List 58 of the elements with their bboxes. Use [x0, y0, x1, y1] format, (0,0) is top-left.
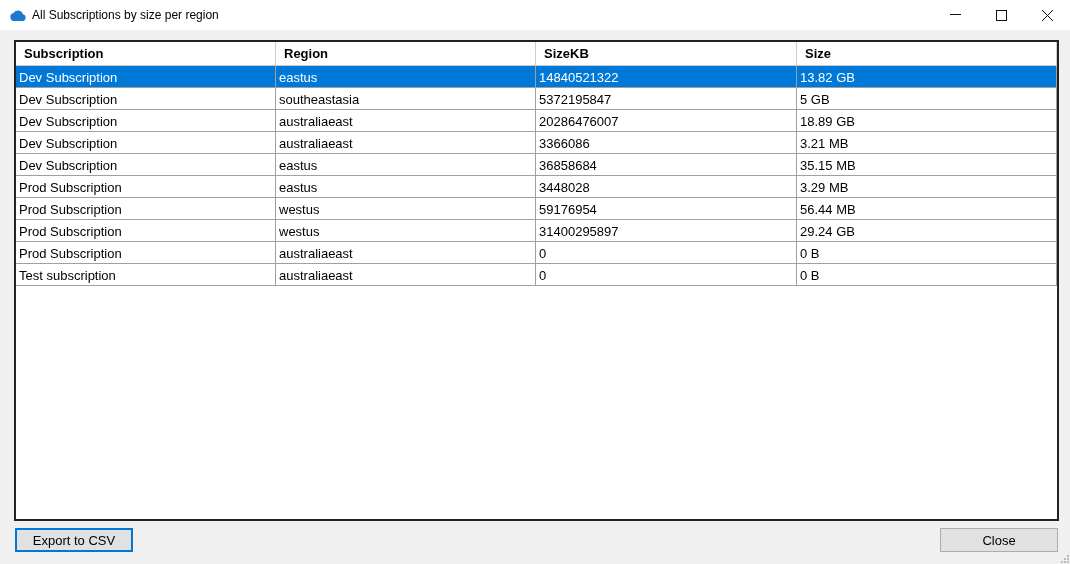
table-cell: australiaeast: [276, 264, 536, 286]
table-cell: 3448028: [536, 176, 797, 198]
table-cell: 13.82 GB: [797, 66, 1057, 88]
table-cell: 14840521322: [536, 66, 797, 88]
table-row[interactable]: Dev Subscription eastus 14840521322 13.82 GB: [16, 66, 1057, 88]
table-row[interactable]: Dev Subscription southeastasia 5372195847 5 GB: [16, 88, 1057, 110]
resize-grip-icon[interactable]: [1061, 555, 1069, 563]
table-cell: eastus: [276, 154, 536, 176]
table-cell: 3.29 MB: [797, 176, 1057, 198]
table-cell: Dev Subscription: [16, 154, 276, 176]
table-cell: 31400295897: [536, 220, 797, 242]
table-cell: 20286476007: [536, 110, 797, 132]
table-cell: 3.21 MB: [797, 132, 1057, 154]
table-cell: Prod Subscription: [16, 220, 276, 242]
table-cell: Test subscription: [16, 264, 276, 286]
table-cell: 0: [536, 264, 797, 286]
table-row[interactable]: Dev Subscription eastus 36858684 35.15 MB: [16, 154, 1057, 176]
table-cell: Prod Subscription: [16, 176, 276, 198]
cloud-icon: [10, 9, 26, 21]
table-cell: 29.24 GB: [797, 220, 1057, 242]
table-cell: westus: [276, 220, 536, 242]
table-row[interactable]: Prod Subscription westus 31400295897 29.24 GB: [16, 220, 1057, 242]
table-row[interactable]: Prod Subscription eastus 3448028 3.29 MB: [16, 176, 1057, 198]
table-cell: Dev Subscription: [16, 66, 276, 88]
table-cell: 0 B: [797, 264, 1057, 286]
table-row[interactable]: Prod Subscription australiaeast 0 0 B: [16, 242, 1057, 264]
table-cell: Dev Subscription: [16, 110, 276, 132]
export-button[interactable]: Export to CSV: [15, 528, 133, 552]
table-cell: 59176954: [536, 198, 797, 220]
table-cell: 0: [536, 242, 797, 264]
table-cell: westus: [276, 198, 536, 220]
table-cell: 35.15 MB: [797, 154, 1057, 176]
table-cell: australiaeast: [276, 242, 536, 264]
table-cell: Prod Subscription: [16, 242, 276, 264]
table-cell: 56.44 MB: [797, 198, 1057, 220]
window-title: All Subscriptions by size per region: [32, 8, 219, 22]
table-row[interactable]: Prod Subscription westus 59176954 56.44 MB: [16, 198, 1057, 220]
minimize-icon: [949, 14, 961, 16]
maximize-icon: [995, 9, 1007, 21]
table-cell: Dev Subscription: [16, 88, 276, 110]
table-cell: eastus: [276, 176, 536, 198]
table-cell: 5372195847: [536, 88, 797, 110]
table-cell: 18.89 GB: [797, 110, 1057, 132]
table-row[interactable]: Dev Subscription australiaeast 20286476007 18.89 GB: [16, 110, 1057, 132]
table-row[interactable]: Test subscription australiaeast 0 0 B: [16, 264, 1057, 286]
table-cell: 3366086: [536, 132, 797, 154]
table-cell: australiaeast: [276, 110, 536, 132]
close-icon: [1041, 9, 1053, 21]
table-cell: 0 B: [797, 242, 1057, 264]
table-row[interactable]: Dev Subscription australiaeast 3366086 3.21 MB: [16, 132, 1057, 154]
table-cell: 36858684: [536, 154, 797, 176]
table-cell: 5 GB: [797, 88, 1057, 110]
table-cell: australiaeast: [276, 132, 536, 154]
table-cell: eastus: [276, 66, 536, 88]
table-cell: Prod Subscription: [16, 198, 276, 220]
table-cell: Dev Subscription: [16, 132, 276, 154]
close-button[interactable]: Close: [940, 528, 1058, 552]
table-cell: southeastasia: [276, 88, 536, 110]
